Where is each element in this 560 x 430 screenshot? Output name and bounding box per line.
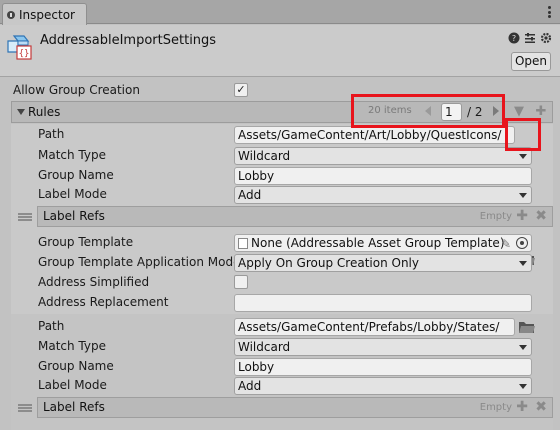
info-icon <box>7 10 15 19</box>
asset-title: AddressableImportSettings <box>40 33 217 48</box>
path-label: Path <box>38 127 65 141</box>
match-type-row: Match Type Wildcard <box>0 337 560 357</box>
remove-icon[interactable]: ✖ <box>535 208 547 224</box>
pager-item-count: 20 items <box>368 105 412 116</box>
label-refs-label: Label Refs <box>43 209 105 223</box>
label-mode-value: Add <box>238 188 262 202</box>
path-field[interactable]: Assets/GameContent/Prefabs/Lobby/States/ <box>234 318 515 336</box>
chevron-down-icon <box>519 384 527 389</box>
label-mode-value: Add <box>238 379 262 393</box>
pager-page-input[interactable]: 1 <box>441 103 462 121</box>
path-label: Path <box>38 319 65 333</box>
label-refs-empty: Empty <box>479 402 512 413</box>
asset-file-icon <box>238 238 248 249</box>
kebab-menu-icon[interactable] <box>548 6 552 18</box>
drag-handle-icon[interactable] <box>18 213 32 221</box>
add-label-icon[interactable]: ✚ <box>516 208 528 224</box>
match-type-label: Match Type <box>38 148 106 162</box>
scriptable-object-icon: {} <box>7 35 32 60</box>
inspector-header: {} AddressableImportSettings ? Open <box>0 25 560 77</box>
group-template-app-dropdown[interactable]: Apply On Group Creation Only <box>234 254 532 272</box>
group-template-value: None (Addressable Asset Group Template) <box>251 236 505 250</box>
match-type-row: Match Type Wildcard <box>0 146 560 166</box>
tab-bar: Inspector <box>0 0 560 25</box>
object-picker-icon[interactable] <box>516 237 528 249</box>
allow-group-creation-checkbox[interactable]: ✓ <box>234 83 248 97</box>
address-replacement-row: Address Replacement <box>0 293 560 313</box>
match-type-value: Wildcard <box>238 340 291 354</box>
svg-text:?: ? <box>512 34 516 43</box>
group-name-field[interactable]: Lobby <box>234 358 532 376</box>
match-type-dropdown[interactable]: Wildcard <box>234 338 532 356</box>
label-mode-label: Label Mode <box>38 378 107 392</box>
chevron-down-icon <box>519 261 527 266</box>
group-template-app-label: Group Template Application Mode <box>38 255 241 269</box>
path-row: Path Assets/GameContent/Prefabs/Lobby/St… <box>0 317 560 337</box>
tab-inspector[interactable]: Inspector <box>2 3 87 25</box>
address-simplified-label: Address Simplified <box>38 275 150 289</box>
settings-sliders-icon[interactable] <box>524 32 536 44</box>
chevron-down-icon <box>519 193 527 198</box>
match-type-label: Match Type <box>38 339 106 353</box>
label-mode-row: Label Mode Add <box>0 185 560 205</box>
label-mode-dropdown[interactable]: Add <box>234 377 532 395</box>
chevron-down-icon <box>519 154 527 159</box>
label-refs-list: Label Refs Empty ✚ ✖ <box>37 206 553 227</box>
allow-group-creation-row: Allow Group Creation ✓ <box>0 81 560 101</box>
label-mode-label: Label Mode <box>38 187 107 201</box>
gear-icon[interactable] <box>540 32 552 44</box>
group-template-field[interactable]: None (Addressable Asset Group Template) … <box>234 234 532 252</box>
pager-next-icon[interactable] <box>493 106 499 116</box>
group-name-row: Group Name Lobby <box>0 357 560 377</box>
help-icon[interactable]: ? <box>508 32 520 44</box>
folder-icon[interactable] <box>518 320 536 334</box>
edit-icon[interactable]: ✎ <box>501 236 511 251</box>
group-template-app-row: Group Template Application Mode Apply On… <box>0 253 560 273</box>
group-template-app-value: Apply On Group Creation Only <box>238 256 419 270</box>
group-name-row: Group Name Lobby <box>0 166 560 186</box>
pager-prev-icon[interactable] <box>425 106 431 116</box>
drag-handle-icon[interactable] <box>18 404 32 412</box>
group-name-label: Group Name <box>38 168 114 182</box>
address-replacement-field[interactable] <box>234 294 532 312</box>
address-simplified-row: Address Simplified <box>0 273 560 293</box>
group-template-row: Group Template None (Addressable Asset G… <box>0 233 560 253</box>
pager-total: / 2 <box>467 105 483 119</box>
add-rule-icon[interactable]: ✚ <box>532 103 550 121</box>
address-replacement-label: Address Replacement <box>38 295 169 309</box>
remove-icon[interactable]: ✖ <box>535 399 547 415</box>
group-name-field[interactable]: Lobby <box>234 167 532 185</box>
filter-dropdown-icon[interactable]: ▼ <box>510 103 528 121</box>
label-mode-row: Label Mode Add <box>0 376 560 396</box>
path-row: Path Assets/GameContent/Art/Lobby/QuestI… <box>0 125 560 265</box>
tab-label: Inspector <box>19 7 75 22</box>
open-button[interactable]: Open <box>511 52 551 71</box>
group-name-label: Group Name <box>38 359 114 373</box>
match-type-dropdown[interactable]: Wildcard <box>234 147 532 165</box>
add-label-icon[interactable]: ✚ <box>516 399 528 415</box>
group-template-label: Group Template <box>38 235 134 249</box>
address-simplified-checkbox[interactable] <box>234 275 248 289</box>
path-field[interactable]: Assets/GameContent/Art/Lobby/QuestIcons/ <box>234 126 515 144</box>
label-refs-list: Label Refs Empty ✚ ✖ <box>37 397 553 418</box>
svg-text:{}: {} <box>19 49 30 59</box>
match-type-value: Wildcard <box>238 149 291 163</box>
label-mode-dropdown[interactable]: Add <box>234 186 532 204</box>
rules-foldout[interactable]: Rules <box>17 105 60 119</box>
allow-group-creation-label: Allow Group Creation <box>13 83 140 97</box>
chevron-down-icon <box>519 345 527 350</box>
label-refs-label: Label Refs <box>43 400 105 414</box>
label-refs-empty: Empty <box>479 211 512 222</box>
